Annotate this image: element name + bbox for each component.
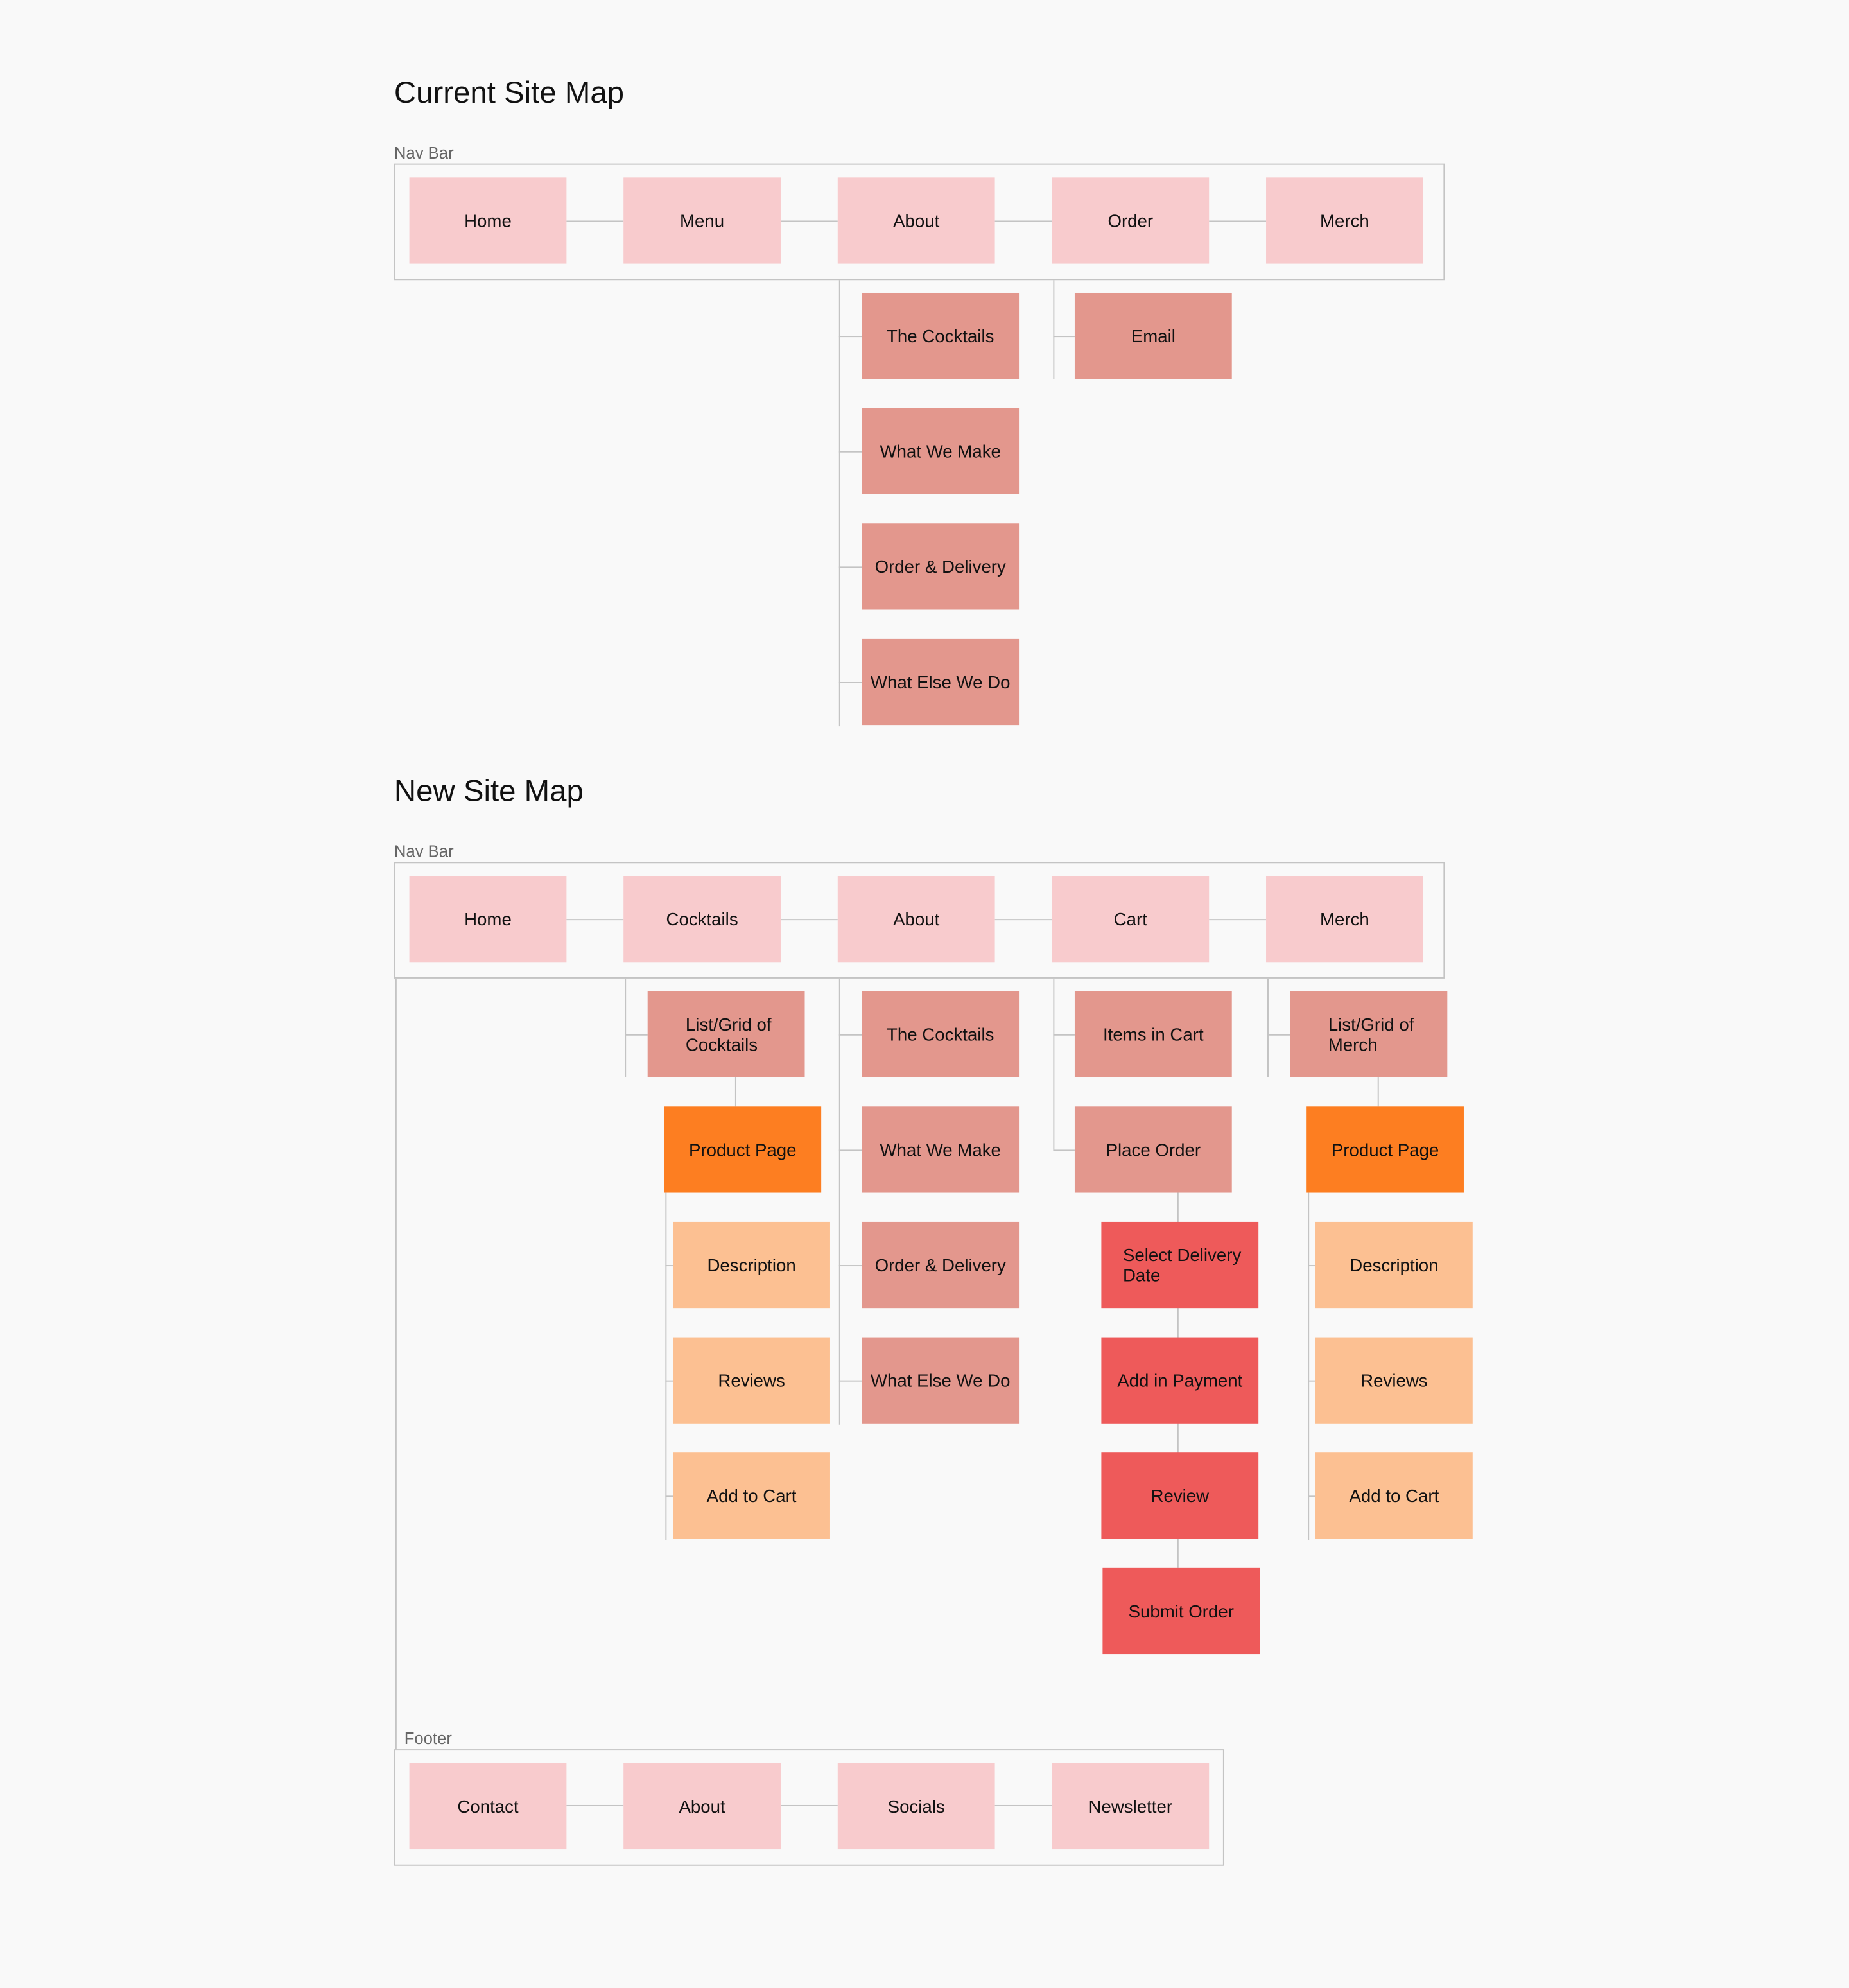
- connector: [994, 1804, 1052, 1806]
- connector: [838, 1149, 862, 1151]
- new-merch-reviews[interactable]: Reviews: [1315, 1337, 1473, 1424]
- new-merch-list-grid[interactable]: List/Grid of Merch: [1290, 991, 1448, 1077]
- connector: [838, 682, 862, 683]
- new-cocktails-list-grid[interactable]: List/Grid of Cocktails: [647, 991, 805, 1077]
- current-about-what-we-make[interactable]: What We Make: [862, 408, 1020, 494]
- footer-contact[interactable]: Contact: [409, 1763, 567, 1850]
- connector: [838, 1380, 862, 1382]
- connector: [1053, 1034, 1075, 1036]
- connector: [780, 1804, 838, 1806]
- connector: [994, 919, 1052, 921]
- new-nav-home[interactable]: Home: [409, 876, 567, 963]
- connector: [838, 1265, 862, 1267]
- connector: [1053, 1149, 1075, 1151]
- new-cocktails-add-to-cart[interactable]: Add to Cart: [673, 1452, 830, 1539]
- current-sitemap-title: Current Site Map: [394, 76, 625, 110]
- current-nav-label: Nav Bar: [394, 143, 454, 162]
- connector: [1053, 280, 1055, 379]
- new-about-what-we-make[interactable]: What We Make: [862, 1106, 1020, 1193]
- new-cart-items-in-cart[interactable]: Items in Cart: [1074, 991, 1232, 1077]
- connector: [838, 978, 840, 1425]
- connector: [838, 280, 840, 727]
- connector: [780, 919, 838, 921]
- new-nav-cart[interactable]: Cart: [1052, 876, 1210, 963]
- new-nav-label: Nav Bar: [394, 841, 454, 861]
- current-nav-home[interactable]: Home: [409, 177, 567, 264]
- new-about-the-cocktails[interactable]: The Cocktails: [862, 991, 1020, 1077]
- current-nav-order[interactable]: Order: [1052, 177, 1210, 264]
- footer-socials[interactable]: Socials: [837, 1763, 995, 1850]
- connector: [566, 220, 624, 222]
- new-merch-description[interactable]: Description: [1315, 1221, 1473, 1309]
- connector: [665, 1265, 673, 1267]
- new-about-order-delivery[interactable]: Order & Delivery: [862, 1221, 1020, 1309]
- connector: [1053, 978, 1055, 1150]
- new-nav-cocktails[interactable]: Cocktails: [623, 876, 781, 963]
- sitemap-canvas: Current Site Map Nav Bar Home Menu About…: [0, 0, 1849, 1987]
- current-about-what-else-we-do[interactable]: What Else We Do: [862, 638, 1020, 726]
- footer-newsletter[interactable]: Newsletter: [1052, 1763, 1210, 1850]
- connector: [1308, 1380, 1316, 1382]
- connector: [1053, 336, 1075, 338]
- new-cart-submit-order[interactable]: Submit Order: [1102, 1567, 1260, 1655]
- new-cart-place-order[interactable]: Place Order: [1074, 1106, 1232, 1193]
- connector: [665, 1192, 667, 1540]
- connector: [1308, 1265, 1316, 1267]
- current-about-order-delivery[interactable]: Order & Delivery: [862, 523, 1020, 610]
- connector: [1308, 1192, 1310, 1540]
- connector: [838, 451, 862, 453]
- connector: [1209, 220, 1267, 222]
- connector: [566, 919, 624, 921]
- new-cart-add-payment[interactable]: Add in Payment: [1101, 1337, 1259, 1424]
- new-nav-about[interactable]: About: [837, 876, 995, 963]
- connector: [838, 336, 862, 338]
- current-nav-about[interactable]: About: [837, 177, 995, 264]
- new-cocktails-description[interactable]: Description: [673, 1221, 830, 1309]
- connector: [1267, 978, 1269, 1077]
- connector: [665, 1495, 673, 1497]
- connector: [780, 220, 838, 222]
- connector: [1209, 919, 1267, 921]
- new-cart-review[interactable]: Review: [1101, 1452, 1259, 1539]
- connector: [625, 1034, 648, 1036]
- connector: [1377, 1077, 1379, 1107]
- current-nav-menu[interactable]: Menu: [623, 177, 781, 264]
- new-merch-add-to-cart[interactable]: Add to Cart: [1315, 1452, 1473, 1539]
- new-cocktails-product-page[interactable]: Product Page: [664, 1106, 822, 1193]
- footer-about[interactable]: About: [623, 1763, 781, 1850]
- new-about-what-else-we-do[interactable]: What Else We Do: [862, 1337, 1020, 1424]
- connector: [838, 1034, 862, 1036]
- new-cart-select-delivery-date[interactable]: Select Delivery Date: [1101, 1221, 1259, 1309]
- current-about-the-cocktails[interactable]: The Cocktails: [862, 292, 1020, 379]
- new-nav-merch[interactable]: Merch: [1266, 876, 1423, 963]
- connector: [395, 978, 397, 1750]
- connector: [838, 566, 862, 568]
- new-merch-product-page[interactable]: Product Page: [1306, 1106, 1464, 1193]
- current-nav-merch[interactable]: Merch: [1266, 177, 1423, 264]
- current-order-email[interactable]: Email: [1074, 292, 1232, 379]
- new-cocktails-reviews[interactable]: Reviews: [673, 1337, 830, 1424]
- connector: [1267, 1034, 1290, 1036]
- connector: [734, 1077, 736, 1107]
- connector: [1308, 1495, 1316, 1497]
- connector: [625, 978, 627, 1077]
- footer-label: Footer: [404, 1729, 452, 1748]
- new-sitemap-title: New Site Map: [394, 774, 584, 809]
- connector: [665, 1380, 673, 1382]
- connector: [994, 220, 1052, 222]
- connector: [566, 1804, 624, 1806]
